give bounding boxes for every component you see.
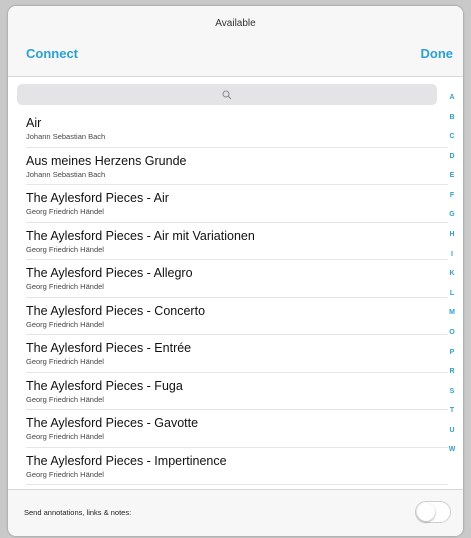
piece-composer: Georg Friedrich Händel xyxy=(26,319,104,329)
piece-title: The Aylesford Pieces - Air xyxy=(26,191,169,205)
list-item[interactable]: The Aylesford Pieces - Air mit Variation… xyxy=(8,223,448,261)
piece-title: The Aylesford Pieces - Concerto xyxy=(26,303,206,318)
search-icon xyxy=(222,89,232,99)
index-letter[interactable]: W xyxy=(445,446,459,453)
index-letter[interactable]: P xyxy=(445,349,459,356)
piece-composer: Georg Friedrich Händel xyxy=(26,357,104,366)
navigation-bar: Available Connect Done xyxy=(8,6,463,77)
piece-title: The Aylesford Pieces - Fuga xyxy=(26,378,183,393)
piece-composer: Georg Friedrich Händel xyxy=(26,432,104,441)
index-letter[interactable]: G xyxy=(445,211,459,218)
index-letter[interactable]: A xyxy=(445,94,459,101)
list-item[interactable]: The Aylesford Pieces - Impertinence Georg… xyxy=(8,448,448,486)
list-item[interactable]: The Aylesford Pieces - Gavotte Georg Frie… xyxy=(8,410,448,448)
piece-list[interactable]: Air Johann Sebastian Bach Aus meines Herze… xyxy=(8,110,448,488)
piece-title: The Aylesford Pieces - Entrée xyxy=(26,341,192,355)
list-item[interactable]: The Aylesford Pieces - Fuga Georg Friedri… xyxy=(8,373,448,411)
piece-composer: Georg Friedrich Händel xyxy=(26,282,104,291)
index-letter[interactable]: B xyxy=(445,114,459,121)
list-item[interactable]: Aus meines Herzens Grunde Johann Sebastia… xyxy=(8,148,448,186)
index-letter[interactable]: F xyxy=(445,192,459,199)
index-letter[interactable]: R xyxy=(445,368,459,375)
share-sheet: Available Connect Done Air Johann Sebasti… xyxy=(8,6,463,536)
index-letter[interactable]: T xyxy=(445,407,459,414)
index-letter[interactable]: L xyxy=(445,290,459,297)
piece-composer: Georg Friedrich Händel xyxy=(26,244,104,254)
piece-title: The Aylesford Pieces - Air mit Variation… xyxy=(26,228,255,243)
index-letter[interactable]: M xyxy=(445,309,459,316)
piece-title: The Aylesford Pieces - Gavotte xyxy=(26,416,199,430)
bottom-bar: Send annotations, links & notes: xyxy=(8,489,463,536)
search-field[interactable] xyxy=(17,84,437,105)
index-letter[interactable]: D xyxy=(445,153,459,160)
index-letter[interactable]: I xyxy=(445,251,459,258)
piece-composer: Georg Friedrich Händel xyxy=(26,469,104,479)
list-item[interactable]: The Aylesford Pieces - Entrée Georg Fried… xyxy=(8,335,448,373)
piece-title: The Aylesford Pieces - Allegro xyxy=(26,266,193,280)
toggle-knob xyxy=(417,503,435,521)
list-item[interactable]: The Aylesford Pieces - Air Georg Friedric… xyxy=(8,185,448,223)
list-item[interactable]: Air Johann Sebastian Bach xyxy=(8,110,448,148)
index-letter[interactable]: C xyxy=(445,133,459,140)
piece-composer: Georg Friedrich Händel xyxy=(26,394,104,404)
list-item[interactable]: The Aylesford Pieces - Allegro Georg Frie… xyxy=(8,260,448,298)
index-letter[interactable]: K xyxy=(445,270,459,277)
list-item[interactable]: The Aylesford Pieces - Ouvertüre xyxy=(8,485,448,488)
piece-title: The Aylesford Pieces - Impertinence xyxy=(26,453,227,468)
send-annotations-label: Send annotations, links & notes: xyxy=(24,508,132,517)
sheet-title: Available xyxy=(215,18,256,29)
piece-title: Aus meines Herzens Grunde xyxy=(26,153,187,168)
index-letter[interactable]: U xyxy=(445,427,459,434)
list-item[interactable]: The Aylesford Pieces - Concerto Georg Fri… xyxy=(8,298,448,336)
index-letter[interactable]: H xyxy=(445,231,459,238)
index-letter[interactable]: O xyxy=(445,329,459,336)
piece-composer: Johann Sebastian Bach xyxy=(26,132,106,141)
send-annotations-toggle[interactable] xyxy=(415,501,451,523)
alphabet-index[interactable]: A B C D E F G H I K L M O P R S T U W xyxy=(445,94,459,466)
done-button[interactable]: Done xyxy=(421,46,454,61)
piece-composer: Georg Friedrich Händel xyxy=(26,207,104,216)
index-letter[interactable]: E xyxy=(445,172,459,179)
connect-button[interactable]: Connect xyxy=(26,46,78,61)
piece-composer: Johann Sebastian Bach xyxy=(26,169,106,179)
piece-title: Air xyxy=(26,116,42,130)
index-letter[interactable]: S xyxy=(445,388,459,395)
